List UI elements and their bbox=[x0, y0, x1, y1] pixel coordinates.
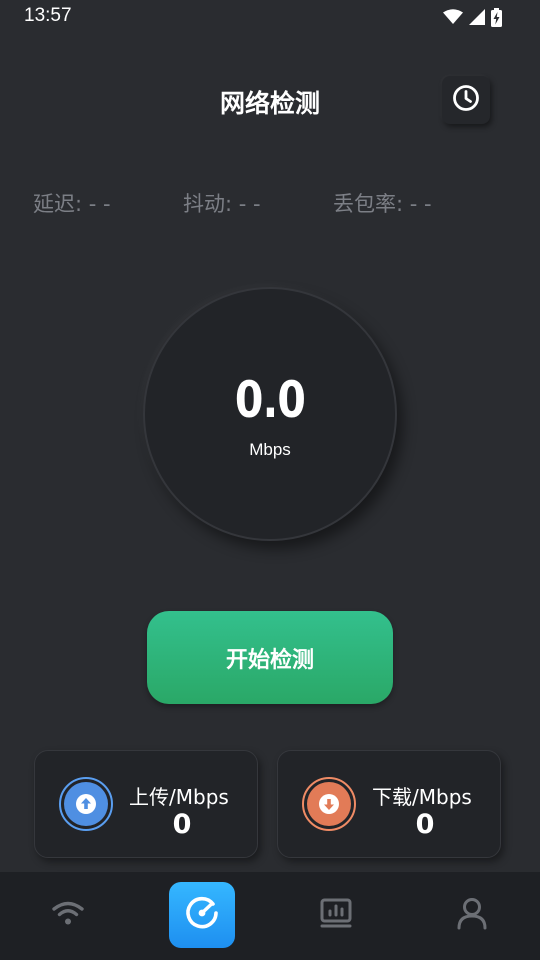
upload-label: 上传/Mbps bbox=[129, 785, 229, 809]
profile-icon bbox=[456, 896, 488, 934]
cellular-signal-icon bbox=[469, 9, 485, 25]
arrow-down-icon bbox=[307, 782, 351, 826]
upload-icon-ring bbox=[59, 777, 113, 831]
battery-charging-icon bbox=[491, 7, 502, 27]
start-test-button[interactable]: 开始检测 bbox=[147, 611, 393, 704]
wifi-icon bbox=[51, 899, 85, 931]
latency-metric: 延迟: - - bbox=[33, 192, 111, 216]
upload-value: 0 bbox=[172, 809, 192, 840]
speed-value: 0.0 bbox=[234, 371, 306, 429]
download-value: 0 bbox=[415, 809, 435, 840]
jitter-metric: 抖动: - - bbox=[183, 192, 261, 216]
download-label: 下载/Mbps bbox=[372, 785, 472, 809]
wifi-icon bbox=[443, 9, 463, 25]
nav-item-wifi[interactable] bbox=[35, 882, 101, 948]
packet-loss-metric: 丢包率: - - bbox=[333, 192, 432, 216]
speed-gauge: 0.0 Mbps bbox=[143, 287, 397, 541]
app-screen: 13:57 网络检测 延迟: - - 抖动: - - 丢包率: - - 0.0 … bbox=[0, 0, 540, 960]
nav-item-speed-test[interactable] bbox=[169, 882, 235, 948]
download-card: 下载/Mbps 0 bbox=[277, 750, 501, 858]
status-icons bbox=[443, 7, 502, 27]
metrics-row: 延迟: - - 抖动: - - 丢包率: - - bbox=[0, 188, 540, 220]
arrow-up-icon bbox=[64, 782, 108, 826]
nav-item-profile[interactable] bbox=[439, 882, 505, 948]
speed-unit: Mbps bbox=[249, 440, 291, 459]
download-icon-ring bbox=[302, 777, 356, 831]
history-button[interactable] bbox=[442, 76, 490, 124]
bottom-nav bbox=[0, 872, 540, 960]
nav-item-report[interactable] bbox=[303, 882, 369, 948]
report-icon bbox=[319, 897, 353, 933]
status-time: 13:57 bbox=[24, 5, 72, 26]
status-bar: 13:57 bbox=[0, 0, 540, 34]
speedometer-icon bbox=[184, 895, 220, 935]
upload-card: 上传/Mbps 0 bbox=[34, 750, 258, 858]
clock-icon bbox=[452, 84, 480, 116]
